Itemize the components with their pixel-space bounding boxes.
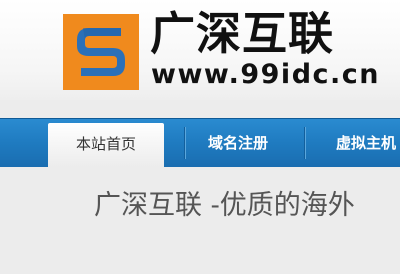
nav-separator <box>184 127 186 159</box>
nav-separator <box>304 127 306 159</box>
nav-item-virtual-host[interactable]: 虚拟主机 <box>320 119 400 167</box>
main-nav: 本站首页 域名注册 虚拟主机 <box>0 118 400 167</box>
site-header: 广深互联 www.99idc.cn <box>0 0 400 100</box>
brand-url: www.99idc.cn <box>151 59 381 90</box>
brand-logo-icon[interactable] <box>63 14 139 90</box>
nav-item-domain-registration[interactable]: 域名注册 <box>188 119 288 167</box>
nav-item-home[interactable]: 本站首页 <box>48 123 164 167</box>
brand-name: 广深互联 <box>150 7 335 60</box>
page-tagline: 广深互联 -优质的海外 <box>94 190 355 221</box>
